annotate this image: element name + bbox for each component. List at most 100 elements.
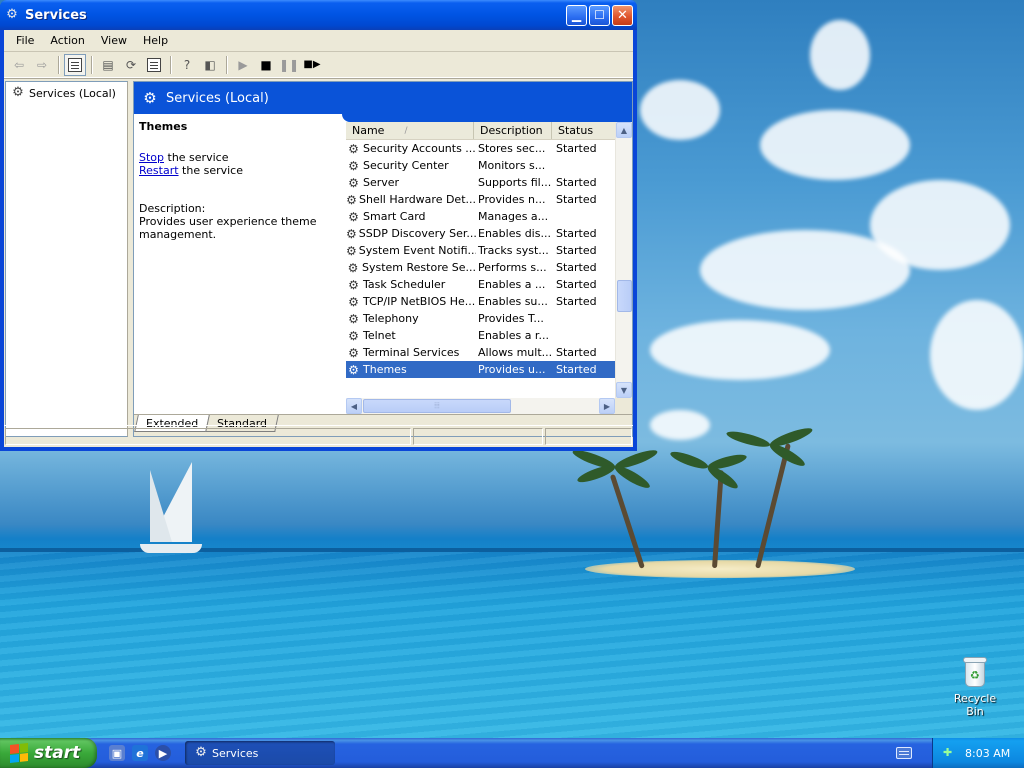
services-gear-icon: ⚙	[195, 745, 207, 760]
menu-view[interactable]: View	[93, 34, 135, 47]
service-name-cell: ⚙ System Event Notifi...	[346, 243, 476, 259]
properties-icon[interactable]: ▤	[97, 54, 119, 76]
show-hide-tree-icon[interactable]	[64, 53, 86, 76]
clock[interactable]: 8:03 AM	[965, 747, 1010, 760]
menu-action[interactable]: Action	[42, 34, 92, 47]
service-gear-icon: ⚙	[348, 175, 359, 190]
column-description-label: Description	[480, 124, 543, 137]
taskbar-button-services[interactable]: ⚙ Services	[185, 741, 335, 765]
service-name-cell: ⚙ System Restore Se...	[346, 260, 476, 276]
service-status: Started	[556, 363, 597, 376]
scroll-right-button[interactable]: ▶	[599, 398, 615, 414]
service-status: Started	[556, 142, 597, 155]
service-name: Themes	[363, 363, 407, 376]
start-button[interactable]: start	[0, 738, 97, 768]
recycle-bin-desktop-icon[interactable]: ♻ Recycle Bin	[944, 656, 1006, 718]
service-name: System Event Notifi...	[358, 244, 476, 257]
service-name-cell: ⚙ TCP/IP NetBIOS He...	[346, 294, 476, 310]
service-row[interactable]: ⚙ Task Scheduler Enables a ... Started	[346, 276, 616, 293]
service-description: Allows mult...	[478, 346, 553, 359]
status-cell-1	[5, 428, 411, 445]
service-name: Task Scheduler	[363, 278, 446, 291]
menu-file[interactable]: File	[8, 34, 42, 47]
horizontal-scrollbar[interactable]: ◀ ⦙⦙⦙ ▶	[346, 398, 615, 414]
stop-link-suffix: the service	[164, 151, 229, 164]
service-row[interactable]: ⚙ Security Accounts ... Stores sec... Start…	[346, 140, 616, 157]
service-row[interactable]: ⚙ Themes Provides u... Started	[346, 361, 616, 378]
service-description: Enables dis...	[478, 227, 551, 240]
scroll-left-button[interactable]: ◀	[346, 398, 362, 414]
internet-explorer-icon[interactable]: e	[132, 745, 148, 761]
service-name: Security Accounts ...	[363, 142, 476, 155]
horizontal-scroll-thumb[interactable]: ⦙⦙⦙	[363, 399, 511, 413]
service-status: Started	[556, 346, 597, 359]
recycle-bin-label: Recycle Bin	[953, 692, 997, 718]
scroll-up-button[interactable]: ▲	[616, 122, 632, 138]
network-tray-icon[interactable]: ✚	[943, 746, 957, 760]
service-name: System Restore Se...	[362, 261, 476, 274]
selected-service-name: Themes	[139, 120, 188, 133]
title-bar[interactable]: ⚙ Services ▁ ☐ ✕	[0, 0, 637, 30]
service-description: Provides u...	[478, 363, 546, 376]
service-row[interactable]: ⚙ Server Supports fil... Started	[346, 174, 616, 191]
export-list-icon[interactable]	[143, 54, 165, 76]
back-icon[interactable]: ⇦	[8, 54, 30, 76]
service-description: Enables a ...	[478, 278, 546, 291]
help-icon[interactable]: ?	[176, 54, 198, 76]
service-status: Started	[556, 295, 597, 308]
maximize-button[interactable]: ☐	[589, 4, 610, 26]
column-name-label: Name	[352, 124, 385, 137]
service-row[interactable]: ⚙ Security Center Monitors s...	[346, 157, 616, 174]
column-header-name[interactable]: Name /	[346, 122, 474, 139]
description-text: Provides user experience theme managemen…	[139, 215, 317, 241]
service-row[interactable]: ⚙ Smart Card Manages a...	[346, 208, 616, 225]
console-view-icon[interactable]: ◧	[199, 54, 221, 76]
minimize-button[interactable]: ▁	[566, 4, 587, 26]
menu-help[interactable]: Help	[135, 34, 176, 47]
service-row[interactable]: ⚙ Telnet Enables a r...	[346, 327, 616, 344]
service-name-cell: ⚙ Terminal Services	[346, 345, 476, 361]
service-gear-icon: ⚙	[348, 277, 359, 292]
service-name-cell: ⚙ Task Scheduler	[346, 277, 476, 293]
tree-item-label: Services (Local)	[29, 86, 116, 100]
vertical-scrollbar[interactable]: ▲ ▼	[615, 122, 632, 398]
service-gear-icon: ⚙	[348, 328, 359, 343]
service-row[interactable]: ⚙ TCP/IP NetBIOS He... Enables su... Starte…	[346, 293, 616, 310]
service-description: Monitors s...	[478, 159, 546, 172]
services-gear-icon: ⚙	[143, 89, 157, 107]
stop-service-link[interactable]: Stop	[139, 151, 164, 164]
service-gear-icon: ⚙	[346, 192, 357, 207]
service-description: Tracks syst...	[478, 244, 549, 257]
keyboard-tray-icon[interactable]	[896, 747, 912, 759]
column-header-description[interactable]: Description	[474, 122, 552, 139]
restart-service-link[interactable]: Restart	[139, 164, 179, 177]
service-row[interactable]: ⚙ Shell Hardware Det... Provides n... Start…	[346, 191, 616, 208]
services-list: Name / Description Status ⚙ Security Acco…	[346, 122, 632, 414]
forward-icon[interactable]: ⇨	[31, 54, 53, 76]
vertical-scroll-thumb[interactable]	[617, 280, 632, 312]
pause-service-icon[interactable]: ❚❚	[278, 54, 300, 76]
service-row[interactable]: ⚙ SSDP Discovery Ser... Enables dis... Star…	[346, 225, 616, 242]
windows-logo-icon	[10, 743, 28, 763]
service-description: Provides T...	[478, 312, 544, 325]
restart-service-icon[interactable]: ■▶	[301, 54, 323, 76]
show-desktop-icon[interactable]: ▣	[109, 745, 125, 761]
service-row[interactable]: ⚙ System Restore Se... Performs s... Starte…	[346, 259, 616, 276]
close-button[interactable]: ✕	[612, 4, 633, 26]
service-name-cell: ⚙ Themes	[346, 362, 476, 378]
service-row[interactable]: ⚙ Terminal Services Allows mult... Started	[346, 344, 616, 361]
column-header-status[interactable]: Status	[552, 122, 616, 139]
media-player-icon[interactable]: ▶	[155, 745, 171, 761]
refresh-icon[interactable]: ⟳	[120, 54, 142, 76]
service-gear-icon: ⚙	[348, 141, 359, 156]
service-row[interactable]: ⚙ System Event Notifi... Tracks syst... Sta…	[346, 242, 616, 259]
pane-header-title: Services (Local)	[166, 90, 269, 106]
service-name: Security Center	[363, 159, 449, 172]
scroll-down-button[interactable]: ▼	[616, 382, 632, 398]
service-description: Provides n...	[478, 193, 546, 206]
start-service-icon[interactable]: ▶	[232, 54, 254, 76]
stop-service-icon[interactable]: ■	[255, 54, 277, 76]
service-gear-icon: ⚙	[346, 226, 357, 241]
tree-item-services-local[interactable]: ⚙ Services (Local)	[6, 82, 127, 104]
service-row[interactable]: ⚙ Telephony Provides T...	[346, 310, 616, 327]
